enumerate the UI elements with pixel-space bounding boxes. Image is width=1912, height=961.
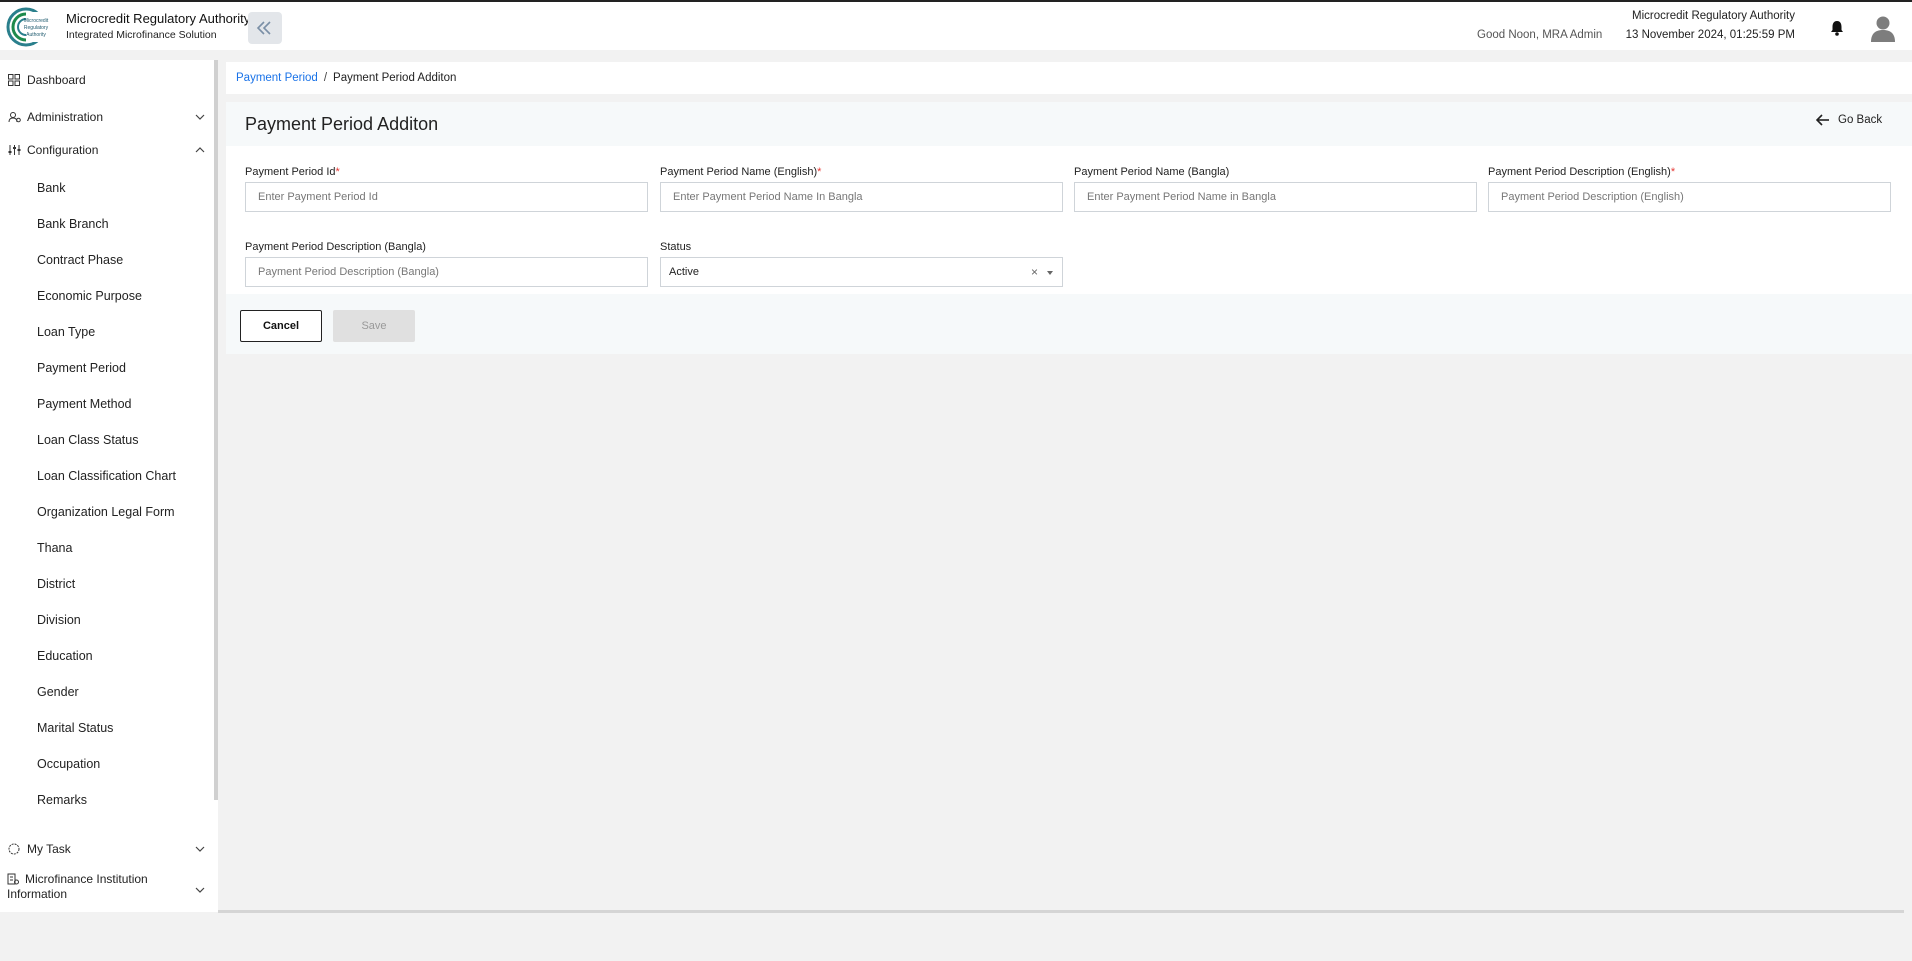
mra-logo: Microcredit Regulatory Authority — [6, 7, 58, 47]
chevron-up-icon — [195, 147, 205, 153]
sidebar-item-label: Administration — [27, 110, 104, 124]
user-greeting: Good Noon, MRA Admin — [1477, 29, 1603, 41]
chevron-down-icon — [195, 887, 205, 893]
sidebar-item-loan-classification-chart[interactable]: Loan Classification Chart — [37, 467, 176, 485]
sidebar-item-contract-phase[interactable]: Contract Phase — [37, 251, 123, 269]
header-org-name: Microcredit Regulatory Authority — [1632, 10, 1795, 22]
payment-period-id-label: Payment Period Id* — [245, 166, 340, 178]
payment-period-name-bn-input[interactable] — [1074, 182, 1477, 212]
sidebar-item-label: My Task — [27, 842, 71, 856]
sidebar-item-district[interactable]: District — [37, 575, 75, 593]
status-label: Status — [660, 241, 692, 253]
task-circle-icon — [7, 842, 21, 856]
top-header: Microcredit Regulatory Authority Microcr… — [0, 0, 1912, 50]
breadcrumb: Payment Period / Payment Period Additon — [226, 62, 1912, 94]
sidebar-item-organization-legal-form[interactable]: Organization Legal Form — [37, 503, 175, 521]
payment-period-name-en-input[interactable] — [660, 182, 1063, 212]
sidebar-item-education[interactable]: Education — [37, 647, 93, 665]
sidebar-item-label: Microfinance Institution Information — [7, 872, 148, 901]
sidebar-item-label: Dashboard — [27, 73, 86, 87]
sidebar-item-payment-method[interactable]: Payment Method — [37, 395, 132, 413]
sidebar-item-mfi-info[interactable]: Microfinance Institution Information — [7, 872, 187, 902]
sidebar-item-administration[interactable]: Administration — [0, 105, 210, 129]
go-back-button[interactable]: Go Back — [1816, 114, 1882, 126]
go-back-label: Go Back — [1838, 114, 1883, 126]
breadcrumb-link-payment-period[interactable]: Payment Period — [236, 72, 318, 84]
main-panel: Payment Period Additon Go Back Payment P… — [226, 102, 1912, 354]
bell-icon[interactable] — [1828, 19, 1846, 37]
user-avatar-icon[interactable] — [1870, 14, 1896, 42]
payment-period-form: Payment Period Id* Payment Period Name (… — [226, 146, 1912, 294]
chevron-down-icon — [195, 114, 205, 120]
svg-text:Microcredit: Microcredit — [24, 18, 49, 24]
header-datetime: 13 November 2024, 01:25:59 PM — [1625, 29, 1795, 41]
payment-period-name-en-label: Payment Period Name (English)* — [660, 166, 822, 178]
sidebar-item-payment-period[interactable]: Payment Period — [37, 359, 126, 377]
sidebar-item-bank-branch[interactable]: Bank Branch — [37, 215, 109, 233]
sidebar-item-configuration[interactable]: Configuration — [0, 138, 210, 162]
brand-title: Microcredit Regulatory Authority — [66, 11, 251, 26]
clear-icon[interactable]: × — [1031, 265, 1038, 279]
sidebar-item-remarks[interactable]: Remarks — [37, 791, 87, 809]
sidebar-item-bank[interactable]: Bank — [37, 179, 66, 197]
payment-period-id-input[interactable] — [245, 182, 648, 212]
sidebar-item-dashboard[interactable]: Dashboard — [0, 68, 210, 92]
required-mark: * — [1670, 166, 1676, 178]
sidebar: Dashboard Administration Configuration B… — [0, 60, 218, 912]
required-mark: * — [335, 166, 340, 178]
grid-icon — [7, 73, 21, 87]
svg-text:Authority: Authority — [26, 32, 46, 38]
required-mark: * — [817, 166, 822, 178]
save-button[interactable]: Save — [333, 310, 415, 342]
status-select[interactable]: Active × — [660, 257, 1063, 287]
payment-period-desc-bn-label: Payment Period Description (Bangla) — [245, 241, 426, 253]
breadcrumb-separator: / — [323, 72, 328, 84]
caret-down-icon[interactable] — [1047, 271, 1053, 275]
sidebar-collapse-button[interactable] — [248, 12, 282, 44]
sidebar-item-occupation[interactable]: Occupation — [37, 755, 100, 773]
building-icon — [7, 873, 19, 885]
double-chevron-left-icon — [256, 21, 271, 35]
sidebar-item-division[interactable]: Division — [37, 611, 81, 629]
sidebar-item-loan-type[interactable]: Loan Type — [37, 323, 95, 341]
payment-period-desc-en-input[interactable] — [1488, 182, 1891, 212]
sidebar-item-economic-purpose[interactable]: Economic Purpose — [37, 287, 142, 305]
breadcrumb-current: Payment Period Additon — [333, 72, 457, 84]
svg-text:Regulatory: Regulatory — [24, 25, 49, 31]
payment-period-desc-bn-input[interactable] — [245, 257, 648, 287]
brand-subtitle: Integrated Microfinance Solution — [66, 29, 217, 41]
sidebar-item-thana[interactable]: Thana — [37, 539, 72, 557]
status-selected-value: Active — [669, 266, 699, 278]
page-title: Payment Period Additon — [245, 114, 439, 134]
sidebar-item-gender[interactable]: Gender — [37, 683, 79, 701]
chevron-down-icon — [195, 846, 205, 852]
payment-period-desc-en-label: Payment Period Description (English)* — [1488, 166, 1676, 178]
users-cog-icon — [7, 110, 21, 124]
sidebar-item-my-task[interactable]: My Task — [0, 837, 210, 861]
sidebar-item-label: Configuration — [27, 143, 99, 157]
content-bottom-divider — [218, 910, 1904, 913]
sidebar-scrollbar[interactable] — [214, 60, 218, 800]
sidebar-item-loan-class-status[interactable]: Loan Class Status — [37, 431, 138, 449]
payment-period-name-bn-label: Payment Period Name (Bangla) — [1074, 166, 1230, 178]
sidebar-item-marital-status[interactable]: Marital Status — [37, 719, 113, 737]
arrow-left-icon — [1816, 114, 1829, 126]
cancel-button[interactable]: Cancel — [240, 310, 322, 342]
sliders-icon — [7, 143, 21, 157]
